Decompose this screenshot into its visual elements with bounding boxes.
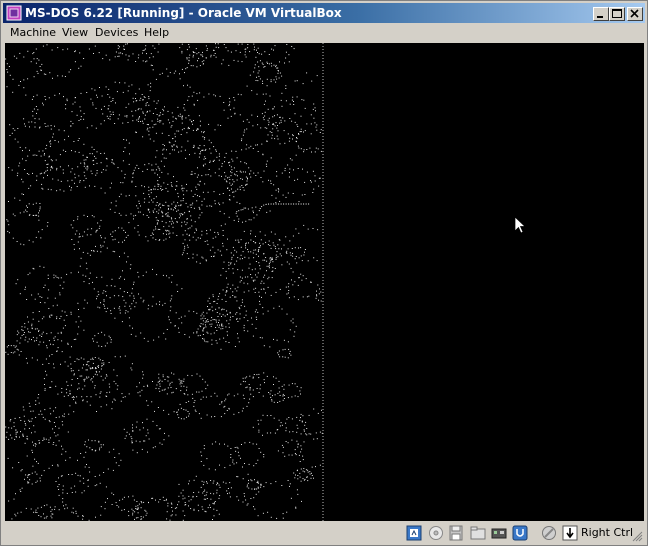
host-key-label: Right Ctrl [581, 526, 634, 539]
vm-display[interactable] [5, 43, 644, 521]
menu-machine[interactable]: Machine [10, 26, 56, 40]
usb-icon[interactable] [512, 525, 528, 541]
network-icon[interactable] [491, 525, 507, 541]
menu-bar: Machine View Devices Help [3, 24, 645, 42]
minimize-button[interactable] [593, 7, 609, 21]
dos-graphics-output [5, 43, 526, 521]
floppy-icon[interactable] [448, 525, 464, 541]
menu-help[interactable]: Help [144, 26, 169, 40]
shared-folders-icon[interactable] [470, 525, 486, 541]
menu-devices[interactable]: Devices [95, 26, 138, 40]
status-bar: Right Ctrl [3, 522, 645, 544]
virtualbox-window: MS-DOS 6.22 [Running] - Oracle VM Virtua… [0, 0, 648, 546]
window-title: MS-DOS 6.22 [Running] - Oracle VM Virtua… [25, 6, 342, 20]
close-button[interactable] [627, 7, 643, 21]
virtualization-icon[interactable] [541, 525, 557, 541]
title-bar[interactable]: MS-DOS 6.22 [Running] - Oracle VM Virtua… [3, 3, 645, 23]
menu-view[interactable]: View [62, 26, 88, 40]
mouse-integration-icon[interactable] [562, 525, 578, 541]
resize-grip-icon[interactable] [631, 530, 643, 542]
mouse-cursor-icon [514, 216, 526, 234]
maximize-button[interactable] [609, 7, 625, 21]
optical-drive-icon[interactable] [428, 525, 444, 541]
virtualbox-app-icon[interactable] [6, 5, 22, 21]
hard-disk-icon[interactable] [406, 525, 422, 541]
